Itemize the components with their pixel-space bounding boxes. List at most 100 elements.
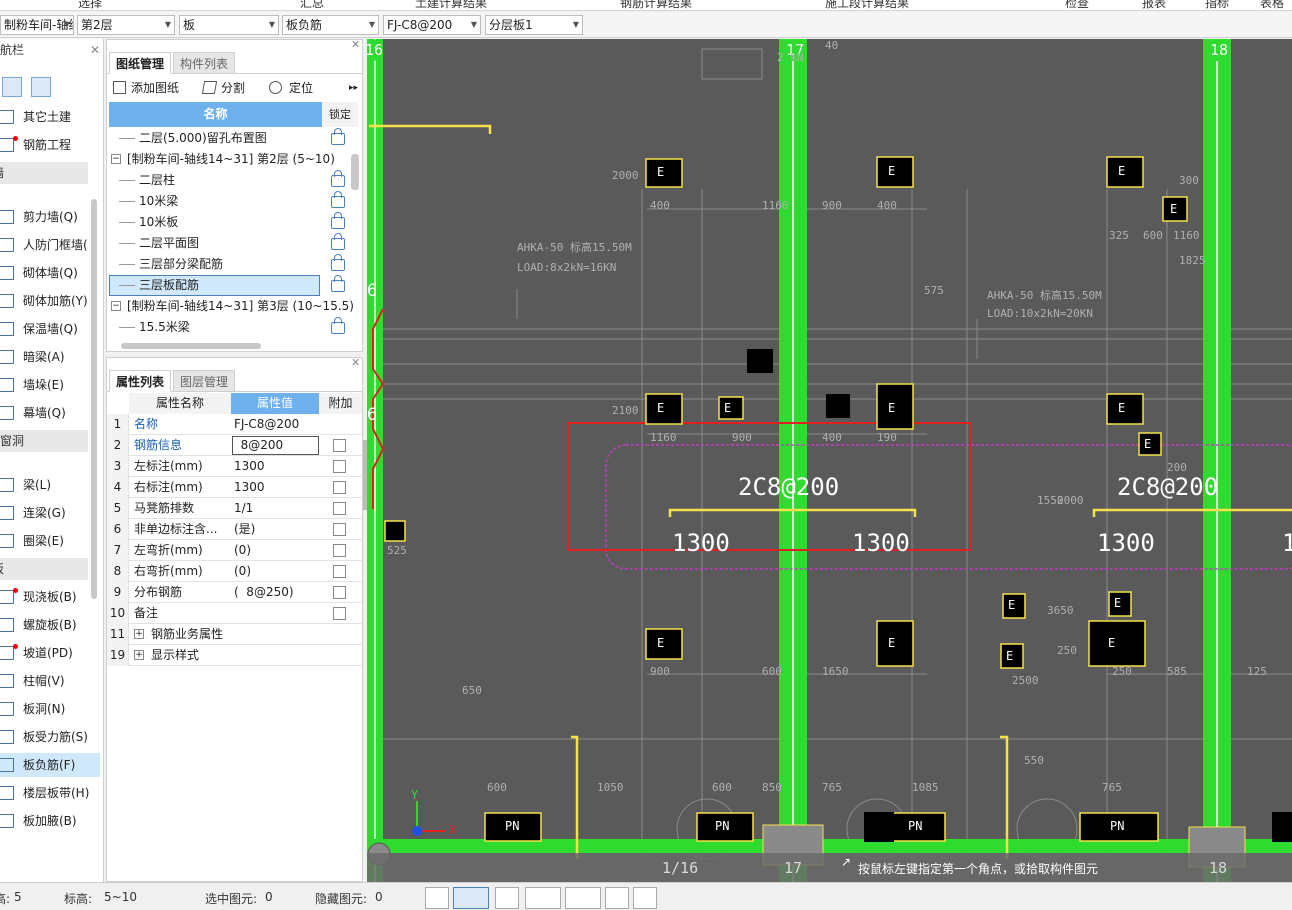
nav-group[interactable]: 板 <box>0 558 88 580</box>
lock-icon[interactable] <box>331 212 345 229</box>
property-row[interactable]: 9 分布钢筋 ( 8@250) <box>107 582 362 603</box>
drawing-hscroll[interactable] <box>121 343 261 349</box>
menu-item[interactable]: 钢筋计算结果 <box>620 0 692 10</box>
nav-item[interactable]: 板负筋(F) <box>0 753 100 777</box>
property-row[interactable]: 8 右弯折(mm) (0) <box>107 561 362 582</box>
lock-icon[interactable] <box>331 170 345 187</box>
property-row[interactable]: 11 + 钢筋业务属性 <box>107 624 362 645</box>
drawing-row[interactable]: 10米梁 <box>107 191 347 212</box>
nav-item[interactable]: 砌体墙(Q) <box>0 261 100 285</box>
property-value[interactable]: (0) <box>234 561 324 582</box>
nav-item[interactable]: 现浇板(B) <box>0 585 100 609</box>
nav-item[interactable]: 连梁(G) <box>0 501 100 525</box>
property-value[interactable]: 8@200 <box>232 436 319 455</box>
drawing-vscroll[interactable] <box>351 154 359 190</box>
floor-select[interactable]: 第2层 ▼ <box>77 15 175 35</box>
rect-select-button[interactable] <box>453 887 489 909</box>
add-drawing-button[interactable]: 添加图纸 <box>131 76 179 100</box>
close-icon[interactable]: ✕ <box>90 39 100 61</box>
nav-item[interactable]: 圈梁(E) <box>0 529 100 553</box>
menu-item[interactable]: 土建计算结果 <box>415 0 487 10</box>
property-row[interactable]: 6 非单边标注含... (是) <box>107 519 362 540</box>
nav-item[interactable]: 坡道(PD) <box>0 641 100 665</box>
layer-select[interactable]: 分层板1 ▼ <box>485 15 583 35</box>
nav-item[interactable]: 保温墙(Q) <box>0 317 100 341</box>
nav-item[interactable]: 板受力筋(S) <box>0 725 100 749</box>
menu-item[interactable]: 汇总 <box>300 0 324 10</box>
cross-select-button[interactable] <box>495 887 519 909</box>
menu-item[interactable]: 表格算 <box>1260 0 1292 10</box>
angle-button[interactable] <box>525 887 561 909</box>
nav-item[interactable]: 梁(L) <box>0 473 100 497</box>
drawing-row[interactable]: 10米板 <box>107 212 347 233</box>
property-row[interactable]: 10 备注 <box>107 603 362 624</box>
drawing-row[interactable]: 15.5米梁 <box>107 317 347 338</box>
ortho-button[interactable] <box>425 887 449 909</box>
extra-checkbox[interactable] <box>333 586 346 599</box>
extra-checkbox[interactable] <box>333 544 346 557</box>
nav-item[interactable]: 剪力墙(Q) <box>0 205 100 229</box>
extra-checkbox[interactable] <box>333 607 346 620</box>
property-row[interactable]: 1 名称 FJ-C8@200 <box>107 414 362 435</box>
menu-item[interactable]: 选择 <box>78 0 102 10</box>
property-row[interactable]: 2 钢筋信息 8@200 <box>107 435 362 456</box>
menu-item[interactable]: 指标 <box>1205 0 1229 10</box>
property-row[interactable]: 3 左标注(mm) 1300 <box>107 456 362 477</box>
nav-item[interactable]: 螺旋板(B) <box>0 613 100 637</box>
expand-icon[interactable]: + <box>134 650 144 660</box>
category-select[interactable]: 板 ▼ <box>179 15 279 35</box>
drawing-row[interactable]: − [制粉车间-轴线14~31] 第2层 (5~10) <box>107 149 347 170</box>
extra-checkbox[interactable] <box>333 502 346 515</box>
lock-icon[interactable] <box>331 191 345 208</box>
drawing-row[interactable]: 二层(5.000)留孔布置图 <box>107 128 347 149</box>
nav-scrollbar[interactable] <box>91 199 97 599</box>
layer-toggle-button[interactable] <box>605 887 629 909</box>
nav-item[interactable]: 柱帽(V) <box>0 669 100 693</box>
collapse-icon[interactable]: − <box>111 301 121 311</box>
tab-layer-management[interactable]: 图层管理 <box>173 370 236 392</box>
nav-item[interactable]: 墙垛(E) <box>0 373 100 397</box>
tab-drawing-management[interactable]: 图纸管理 <box>109 52 172 74</box>
property-value[interactable]: (是) <box>234 519 324 540</box>
component-select[interactable]: FJ-C8@200 ▼ <box>383 15 481 35</box>
more-icon[interactable]: ▸▸ <box>349 76 358 100</box>
property-value[interactable]: 1/1 <box>234 498 324 519</box>
property-value[interactable]: (0) <box>234 540 324 561</box>
lock-icon[interactable] <box>331 233 345 250</box>
collapse-icon[interactable]: − <box>111 154 121 164</box>
nav-item[interactable]: 板洞(N) <box>0 697 100 721</box>
lock-icon[interactable] <box>331 275 345 292</box>
nav-group[interactable]: 墙 <box>0 162 88 184</box>
nav-item[interactable]: 其它土建 <box>0 105 100 129</box>
property-row[interactable]: 4 右标注(mm) 1300 <box>107 477 362 498</box>
building-select[interactable]: 制粉车间-轴线1▼ <box>0 15 74 35</box>
expand-icon[interactable]: + <box>134 629 144 639</box>
nav-item[interactable]: 钢筋工程 <box>0 133 100 157</box>
arc-button[interactable] <box>633 887 657 909</box>
property-row[interactable]: 19 + 显示样式 <box>107 645 362 666</box>
drawing-row[interactable]: 三层部分梁配筋 <box>107 254 347 275</box>
property-row[interactable]: 5 马凳筋排数 1/1 <box>107 498 362 519</box>
lock-icon[interactable] <box>331 317 345 334</box>
nav-item[interactable]: 砌体加筋(Y) <box>0 289 100 313</box>
split-button[interactable]: 分割 <box>221 76 245 100</box>
drawing-row[interactable]: − [制粉车间-轴线14~31] 第3层 (10~15.5) <box>107 296 354 317</box>
nav-group[interactable]: 门窗洞 <box>0 430 88 452</box>
close-icon[interactable]: ✕ <box>351 40 360 51</box>
extra-checkbox[interactable] <box>333 565 346 578</box>
lock-icon[interactable] <box>331 128 345 145</box>
type-select[interactable]: 板负筋 ▼ <box>282 15 379 35</box>
property-value[interactable]: FJ-C8@200 <box>234 414 324 435</box>
menu-item[interactable]: 报表 <box>1142 0 1166 10</box>
lock-icon[interactable] <box>331 254 345 271</box>
cad-canvas[interactable]: 17 18 16 1/16 17 18 6 6 2C8@200 2C8@200 1300 1300 13… <box>367 39 1292 882</box>
extra-checkbox[interactable] <box>333 481 346 494</box>
extra-checkbox[interactable] <box>333 460 346 473</box>
tab-property-list[interactable]: 属性列表 <box>109 370 172 392</box>
snap-button[interactable] <box>565 887 601 909</box>
locate-button[interactable]: 定位 <box>289 76 313 100</box>
property-value[interactable]: 1300 <box>234 456 324 477</box>
tab-component-list[interactable]: 构件列表 <box>173 52 236 74</box>
drawing-row[interactable]: 二层平面图 <box>107 233 347 254</box>
nav-item[interactable]: 暗梁(A) <box>0 345 100 369</box>
